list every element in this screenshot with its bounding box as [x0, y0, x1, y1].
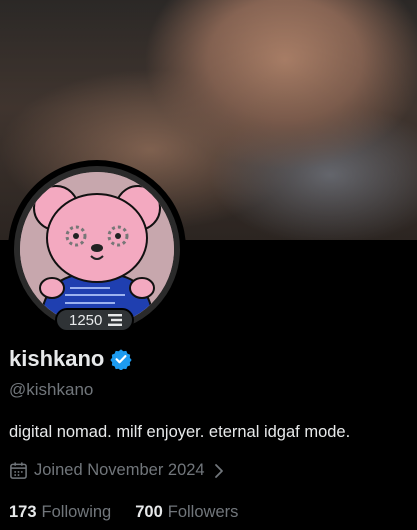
stacked-lines-icon [108, 314, 123, 326]
following-count: 173 [9, 503, 37, 521]
count-badge[interactable]: 1250 [55, 308, 135, 332]
following-label: Following [41, 503, 112, 521]
verified-badge-icon[interactable] [110, 348, 133, 370]
calendar-icon [10, 462, 27, 479]
following-link[interactable]: 173 Following [9, 503, 111, 522]
joined-text: Joined November 2024 [34, 461, 205, 479]
badge-count: 1250 [69, 311, 103, 329]
display-name: kishkano [9, 346, 105, 371]
handle: @kishkano [9, 380, 94, 399]
followers-count: 700 [135, 503, 163, 521]
profile-page: 1250 kishkano @kishkano digital nomad. m… [0, 0, 417, 530]
joined-row[interactable]: Joined November 2024 [9, 461, 225, 480]
bio: digital nomad. milf enjoyer. eternal idg… [9, 423, 351, 441]
name-row: kishkano [9, 346, 133, 372]
chevron-right-icon [214, 463, 223, 478]
followers-link[interactable]: 700 Followers [135, 503, 238, 522]
bear-avatar-illustration [20, 172, 174, 326]
stats-row: 173 Following 700 Followers [9, 503, 238, 522]
followers-label: Followers [167, 503, 239, 521]
